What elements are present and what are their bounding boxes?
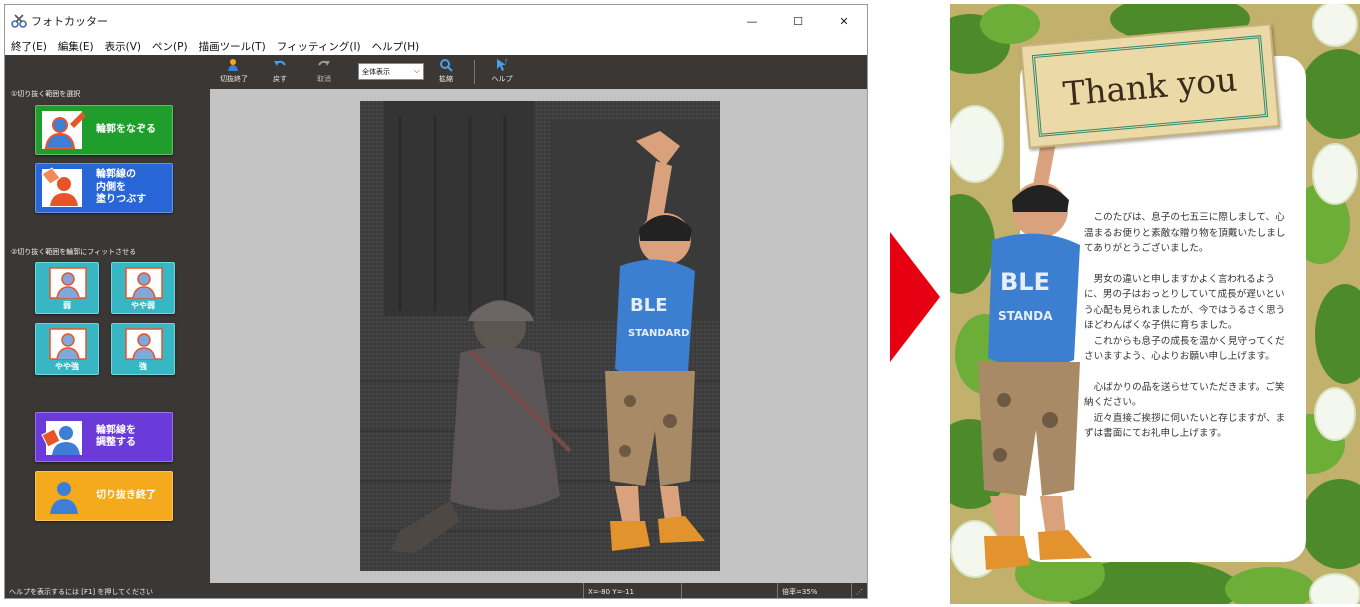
status-help-hint: ヘルプを表示するには [F1] を押してください: [9, 587, 153, 596]
title-bar[interactable]: フォトカッター — ☐ ✕: [5, 5, 867, 37]
message-paragraph: これからも息子の成長を温かく見守ってくださいますよう、心よりお願い申し上げます。: [1084, 335, 1285, 363]
person-icon: [49, 328, 87, 360]
undo-tool[interactable]: 戻す: [260, 58, 300, 88]
workspace: ①切り抜く範囲を選択 輪郭をなぞる 輪郭線の 内側を 塗りつぶす ②切り抜く範囲…: [5, 55, 867, 583]
adjust-eraser-icon: [41, 421, 82, 455]
tool-panel: ①切り抜く範囲を選択 輪郭をなぞる 輪郭線の 内側を 塗りつぶす ②切り抜く範囲…: [5, 55, 210, 583]
undo-tool-label: 戻す: [273, 75, 287, 83]
magnifier-icon: [440, 59, 453, 72]
status-coordinates: X=-80 Y=-11: [583, 583, 681, 598]
view-mode-value: 全体表示: [362, 67, 390, 76]
toolbar-separator: [474, 60, 475, 84]
cancel-tool-label: 取消: [317, 75, 331, 83]
redo-arrow-icon: [318, 60, 330, 66]
thank-you-tag: Thank you: [1019, 23, 1281, 149]
trace-outline-label: 輪郭をなぞる: [96, 123, 156, 135]
fill-inside-button[interactable]: 輪郭線の 内側を 塗りつぶす: [35, 163, 173, 213]
message-paragraph: 心ばかりの品を送らせていただきます。ご笑納ください。: [1084, 381, 1285, 409]
zoom-tool[interactable]: 拡縮: [426, 58, 466, 88]
message-paragraph: 男女の違いと申しますかよく言われるように、男の子はおっとりしていて成長が遅いとい…: [1084, 273, 1286, 332]
menu-edit[interactable]: 編集(E): [58, 39, 94, 54]
status-zoom: 倍率=35%: [777, 583, 851, 598]
source-photo[interactable]: BLE STANDARD: [360, 101, 720, 571]
card-title: Thank you: [1061, 58, 1239, 114]
adjust-outline-label: 輪郭線を 調整する: [96, 424, 136, 449]
photo-cutter-window: フォトカッター — ☐ ✕ 終了(E) 編集(E) 表示(V) ペン(P) 描画…: [4, 4, 868, 599]
section-fit-label: ②切り抜く範囲を輪郭にフィットさせる: [11, 248, 137, 256]
fill-inside-label: 輪郭線の 内側を 塗りつぶす: [96, 169, 147, 206]
help-tool[interactable]: ? ヘルプ: [482, 58, 522, 88]
thank-you-card: BLE STANDA Thank you このたびは、息子の七五三に際しまして、…: [950, 4, 1360, 604]
menu-help[interactable]: ヘルプ(H): [372, 39, 420, 54]
finish-cut-label: 切り抜き終了: [96, 489, 156, 501]
fit-weak-label: 弱: [63, 301, 71, 310]
status-empty: [681, 583, 777, 598]
person-icon: [125, 328, 163, 360]
arrow-right-icon: [890, 232, 940, 362]
toolbar: 切抜終了 戻す 取消 全体表示 ⌵ 拡縮 ? ヘルプ: [210, 55, 867, 89]
trace-person-icon: [42, 111, 86, 149]
cancel-tool[interactable]: 取消: [304, 58, 344, 88]
message-paragraph: このたびは、息子の七五三に際しまして、心温まるお便りと素敵な贈り物を頂戴いたしま…: [1084, 212, 1286, 254]
help-tool-label: ヘルプ: [491, 75, 513, 83]
menu-pen[interactable]: ペン(P): [152, 39, 188, 54]
scissors-person-icon: [228, 59, 238, 71]
svg-text:STANDA: STANDA: [998, 309, 1053, 323]
menu-bar: 終了(E) 編集(E) 表示(V) ペン(P) 描画ツール(T) フィッティング…: [5, 37, 867, 55]
svg-text:?: ?: [504, 58, 508, 66]
zoom-tool-label: 拡縮: [439, 75, 453, 83]
canvas-area[interactable]: BLE STANDARD: [210, 89, 867, 583]
menu-draw-tools[interactable]: 描画ツール(T): [199, 39, 266, 54]
person-icon: [49, 267, 87, 299]
resize-grip-icon[interactable]: ⋰: [851, 583, 867, 598]
fit-slightly-weak-label: やや弱: [131, 301, 155, 310]
svg-text:BLE: BLE: [1000, 268, 1050, 296]
menu-exit[interactable]: 終了(E): [11, 39, 47, 54]
finish-cut-tool-label: 切抜終了: [220, 75, 248, 83]
menu-fitting[interactable]: フィッティング(I): [277, 39, 361, 54]
fit-strong-button[interactable]: 強: [111, 323, 175, 375]
chevron-down-icon: ⌵: [413, 66, 420, 75]
fit-slightly-weak-button[interactable]: やや弱: [111, 262, 175, 314]
fit-weak-button[interactable]: 弱: [35, 262, 99, 314]
maximize-button[interactable]: ☐: [775, 5, 821, 37]
undo-arrow-icon: [274, 60, 286, 66]
fill-bucket-icon: [41, 167, 82, 207]
scissors-app-icon: [11, 14, 27, 28]
finish-cut-tool[interactable]: 切抜終了: [214, 58, 254, 88]
help-cursor-icon: ?: [497, 58, 508, 71]
adjust-outline-button[interactable]: 輪郭線を 調整する: [35, 412, 173, 462]
person-cutout-icon: [50, 482, 78, 514]
finish-cut-button[interactable]: 切り抜き終了: [35, 471, 173, 521]
person-icon: [125, 267, 163, 299]
status-bar: ヘルプを表示するには [F1] を押してください X=-80 Y=-11 倍率=…: [5, 583, 867, 598]
cutout-boy-image: BLE STANDA: [978, 100, 1092, 570]
section-select-label: ①切り抜く範囲を選択: [11, 90, 81, 98]
svg-text:STANDARD: STANDARD: [628, 328, 689, 339]
fit-slightly-strong-label: やや強: [55, 362, 79, 371]
menu-view[interactable]: 表示(V): [105, 39, 141, 54]
window-title: フォトカッター: [31, 15, 108, 28]
message-paragraph: 近々直接ご挨拶に伺いたいと存じますが、まずは書面にてお礼申し上げます。: [1084, 412, 1286, 440]
trace-outline-button[interactable]: 輪郭をなぞる: [35, 105, 173, 155]
minimize-button[interactable]: —: [729, 5, 775, 37]
fit-slightly-strong-button[interactable]: やや強: [35, 323, 99, 375]
close-button[interactable]: ✕: [821, 5, 867, 37]
svg-text:BLE: BLE: [630, 295, 668, 316]
card-message: このたびは、息子の七五三に際しまして、心温まるお便りと素敵な贈り物を頂戴いたしま…: [1084, 210, 1292, 457]
tag-frame: Thank you: [1031, 35, 1269, 137]
fit-strong-label: 強: [139, 362, 147, 371]
view-mode-select[interactable]: 全体表示 ⌵: [358, 63, 424, 80]
